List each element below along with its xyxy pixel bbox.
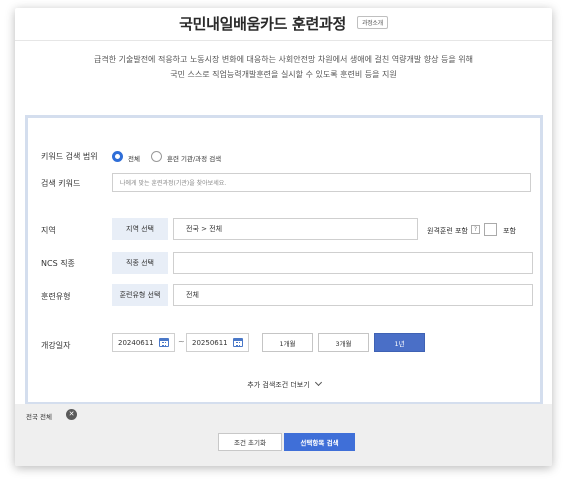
remote-include-label: 포함 bbox=[503, 227, 516, 235]
training-type-select-button[interactable]: 훈련유형 선택 bbox=[112, 284, 168, 306]
close-icon[interactable]: ✕ bbox=[66, 409, 77, 420]
page-header: 국민내일배움카드 훈련과정 과정소개 bbox=[15, 13, 552, 34]
description-line-1: 급격한 기술발전에 적응하고 노동시장 변화에 대응하는 사회안전망 차원에서 … bbox=[94, 55, 473, 64]
remote-training-label: 원격훈련 포함 bbox=[427, 227, 468, 235]
description-line-2: 국민 스스로 직업능력개발훈련을 실시할 수 있도록 훈련비 등을 지원 bbox=[170, 70, 397, 79]
keyword-label: 검색 키워드 bbox=[41, 179, 81, 188]
remote-include-checkbox[interactable] bbox=[484, 223, 497, 236]
course-intro-button[interactable]: 과정소개 bbox=[356, 16, 388, 29]
scope-all-radio[interactable] bbox=[112, 151, 123, 162]
period-3-month-button[interactable]: 3개월 bbox=[318, 333, 369, 352]
start-date-from-input[interactable]: 20240611 bbox=[112, 333, 175, 352]
scope-institution-label[interactable]: 훈련 기관/과정 검색 bbox=[167, 153, 221, 163]
reset-conditions-button[interactable]: 조건 초기화 bbox=[218, 433, 282, 451]
search-selected-button[interactable]: 선택항목 검색 bbox=[284, 433, 355, 451]
page-description: 급격한 기술발전에 적응하고 노동시장 변화에 대응하는 사회안전망 차원에서 … bbox=[15, 52, 552, 82]
chevron-down-icon bbox=[314, 378, 322, 387]
period-1-month-button[interactable]: 1개월 bbox=[262, 333, 313, 352]
start-date-to-input[interactable]: 20250611 bbox=[186, 333, 249, 352]
date-range-separator: ~ bbox=[178, 337, 185, 346]
help-icon[interactable]: ? bbox=[471, 225, 480, 234]
ncs-label: NCS 직종 bbox=[41, 259, 75, 268]
more-conditions-toggle[interactable]: 추가 검색조건 더보기 bbox=[28, 378, 540, 390]
region-select-button[interactable]: 지역 선택 bbox=[112, 218, 168, 240]
start-date-to-value: 20250611 bbox=[192, 338, 228, 347]
selected-conditions-bar: 전국 전체 ✕ 조건 초기화 선택항목 검색 bbox=[15, 404, 552, 466]
training-type-label: 훈련유형 bbox=[41, 292, 71, 301]
calendar-icon[interactable] bbox=[233, 338, 243, 347]
ncs-select-button[interactable]: 직종 선택 bbox=[112, 252, 168, 274]
scope-institution-radio[interactable] bbox=[151, 151, 162, 162]
region-value-field[interactable]: 전국 > 전체 bbox=[173, 218, 418, 240]
start-date-label: 개강일자 bbox=[41, 341, 71, 350]
region-label: 지역 bbox=[41, 226, 56, 235]
training-search-panel: 국민내일배움카드 훈련과정 과정소개 급격한 기술발전에 적응하고 노동시장 변… bbox=[15, 8, 552, 466]
ncs-value-field[interactable] bbox=[173, 252, 533, 274]
training-type-value-field[interactable]: 전체 bbox=[173, 284, 533, 306]
search-form: 키워드 검색 범위 전체 훈련 기관/과정 검색 검색 키워드 나에게 맞는 훈… bbox=[25, 115, 543, 405]
page-title: 국민내일배움카드 훈련과정 bbox=[179, 15, 347, 33]
more-conditions-label: 추가 검색조건 더보기 bbox=[247, 381, 310, 389]
title-divider bbox=[15, 40, 552, 41]
scope-all-label[interactable]: 전체 bbox=[128, 153, 140, 163]
calendar-icon[interactable] bbox=[159, 338, 169, 347]
start-date-from-value: 20240611 bbox=[118, 338, 154, 347]
selected-condition-chip: 전국 전체 bbox=[26, 413, 52, 421]
period-1-year-button[interactable]: 1년 bbox=[374, 333, 425, 352]
keyword-scope-label: 키워드 검색 범위 bbox=[41, 152, 98, 161]
keyword-search-input[interactable]: 나에게 맞는 훈련과정(기관)을 찾아보세요. bbox=[112, 173, 531, 192]
